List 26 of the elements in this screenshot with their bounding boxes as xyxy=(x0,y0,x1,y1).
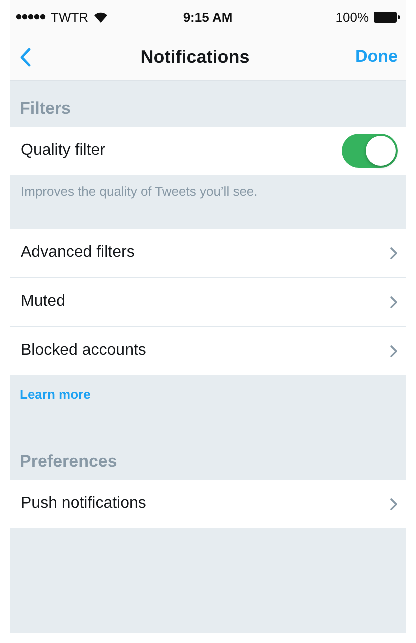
section-footer-note: Improves the quality of Tweets you’ll see. xyxy=(20,183,259,199)
status-time: 9:15 AM xyxy=(183,10,233,24)
settings-row[interactable]: Muted xyxy=(10,278,406,327)
toggle-switch[interactable] xyxy=(342,134,398,168)
carrier-name: TWTR xyxy=(51,10,89,24)
screen-title: Notifications xyxy=(140,46,250,68)
row-label: Muted xyxy=(21,293,66,311)
chevron-right-icon xyxy=(390,296,398,308)
row-label: Quality filter xyxy=(21,142,106,160)
signal-icon xyxy=(16,14,46,20)
settings-row[interactable]: Blocked accounts xyxy=(10,327,406,375)
row-label: Blocked accounts xyxy=(21,342,146,360)
chevron-right-icon xyxy=(390,498,398,510)
row-label: Advanced filters xyxy=(21,244,135,262)
section-header: Preferences xyxy=(19,451,118,473)
section-header: Filters xyxy=(19,98,72,120)
battery-icon xyxy=(374,12,400,22)
settings-row[interactable]: Push notifications xyxy=(10,480,406,528)
wifi-icon xyxy=(94,12,108,22)
chevron-right-icon xyxy=(390,344,398,358)
settings-row[interactable]: Quality filter xyxy=(10,127,406,175)
battery-percent: 100% xyxy=(336,10,369,24)
settings-row[interactable]: Advanced filters xyxy=(10,229,406,278)
chevron-right-icon xyxy=(390,246,398,260)
row-label: Push notifications xyxy=(21,495,146,513)
back-chevron-icon xyxy=(20,48,31,66)
